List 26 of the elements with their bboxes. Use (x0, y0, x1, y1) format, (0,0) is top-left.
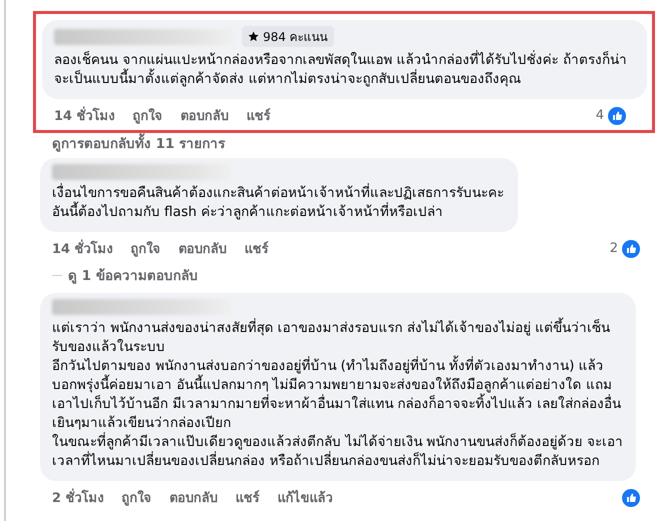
replies-link[interactable]: ดูการตอบกลับทั้ง 11 รายการ (52, 132, 226, 154)
like-icon (622, 240, 640, 258)
action-link[interactable]: แชร์ (236, 487, 260, 508)
action-link[interactable]: ตอบกลับ (178, 238, 227, 259)
like-count: 4 (596, 108, 604, 123)
replies-link[interactable]: ดู 1 ข้อความตอบกลับ (68, 264, 198, 286)
action-link[interactable]: ตอบกลับ (170, 487, 218, 508)
action-link[interactable]: แชร์ (244, 238, 269, 259)
action-link[interactable]: ถูกใจ (122, 487, 152, 508)
action-link[interactable]: แชร์ (246, 105, 271, 126)
action-link[interactable]: ถูกใจ (130, 238, 161, 259)
timestamp: 14 ชั่วโมง (52, 238, 113, 259)
timestamp: 2 ชั่วโมง (52, 487, 104, 508)
comment-text: เงื่อนไขการขอคืนสินค้าต้องแกะสินค้าต่อหน้าเจ้าหน้าที่และปฏิเสธการรับนะคะ อันนี้ต้องไปถามกับ flash ค่ะว่าลูกค้าแกะต่อหน้าเจ้าหน้าที่หรือเปล่า (52, 184, 505, 222)
action-link[interactable]: ถูกใจ (132, 105, 163, 126)
like-icon (622, 488, 640, 506)
action-link[interactable]: แก้ไขแล้ว (278, 487, 333, 508)
comment-text: ในขณะที่ลูกค้ามีเวลาแป๊บเดียวดูของแล้วส่งตีกลับ ไม่ได้จ่ายเงิน พนักงานขนส่งก็ต้องอยู่ด้วย จะเอาเวลาที่ไหนมาเปลี่ยนของเปลี่ยนกล่อง หรือถ้าเปลี่ยนกล่องขนส่งก็ไม่น่าจะยอมรับของตีกลับหรอก (52, 433, 624, 471)
like-count: 2 (610, 241, 618, 256)
comment-text: อีกวันไปตามของ พนักงานส่งบอกว่าของอยู่ที่บ้าน (ทำไมถึงอยู่ที่บ้าน ทั้งที่ตัวเองมาทำงาน) แล้วบอกพรุ่งนี้ค่อยมาเอา อันนี้แปลกมากๆ ไม่มีความพยายามจะส่งของให้ถึงมือลูกค้าแต่อย่างใด แถมเอาไปเก็บไว้บ้านอีก มีเวลามากมายที่จะหาผ้าอื่นมาใส่แทน กล่องก็อาจจะทิ้งไปแล้ว เลยใส่กล่องอื่นเยินๆมาแล้วเขียนว่ากล่องเปียก (52, 357, 624, 433)
comment-text: แต่เราว่า พนักงานส่งของน่าสงสัยที่สุด เอาของมาส่งรอบแรก ส่งไม่ได้เจ้าของไม่อยู่ แต่ขึ้นว่าเซ็นรับของแล้วในระบบ (52, 319, 624, 357)
timestamp: 14 ชั่วโมง (54, 105, 115, 126)
comment-text: ลองเช็คนน จากแผ่นแปะหน้ากล่องหรือจากเลขพัสดุในแอพ แล้วนำกล่องที่ได้รับไปชั่งค่ะ ถ้าตรงก็น่าจะเป็นแบบนี้มาตั้งแต่ลูกค้าจัดส่ง แต่หากไม่ตรงน่าจะถูกสับเปลี่ยนตอนของถึงคุณ (54, 51, 628, 89)
action-link[interactable]: ตอบกลับ (180, 105, 229, 126)
points-badge: 984 คะแนน (242, 26, 334, 47)
like-icon (608, 106, 626, 124)
